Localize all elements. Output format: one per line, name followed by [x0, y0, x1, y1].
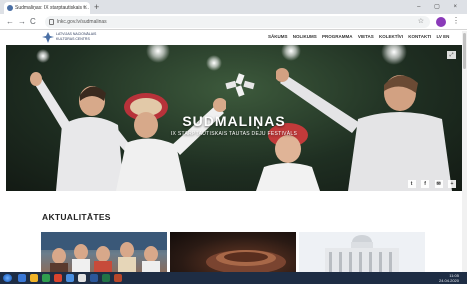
hero-title: SUDMALIŅAS: [182, 113, 286, 129]
hero-banner: SUDMALIŅAS IX STARPTAUTISKAIS TAUTAS DEJ…: [6, 45, 462, 191]
stage-light: [36, 49, 50, 63]
stage-light: [281, 45, 301, 61]
facebook-icon[interactable]: f: [421, 180, 430, 188]
news-section-title: AKTUALITĀTES: [42, 212, 111, 222]
news-card[interactable]: [299, 232, 425, 275]
news-card-image: [299, 232, 425, 275]
news-card[interactable]: [41, 232, 167, 275]
nav-item-kontakti[interactable]: KONTAKTI: [408, 34, 431, 39]
lock-icon: [49, 19, 54, 25]
taskbar-app-icon[interactable]: [54, 274, 62, 282]
page-scrollbar[interactable]: [462, 31, 467, 272]
profile-avatar[interactable]: [436, 17, 446, 27]
language-switcher[interactable]: LV EN: [436, 34, 449, 39]
twitter-icon[interactable]: t: [407, 180, 416, 188]
expand-icon[interactable]: ⤢: [447, 51, 456, 59]
bookmark-star-icon[interactable]: ☆: [418, 16, 424, 28]
email-icon[interactable]: ✉: [434, 180, 443, 188]
hero-subtitle: IX STARPTAUTISKAIS TAUTAS DEJU FESTIVĀLS: [170, 131, 298, 137]
scrollbar-thumb[interactable]: [463, 33, 466, 69]
nav-item-sakums[interactable]: SĀKUMS: [268, 34, 288, 39]
more-share-icon[interactable]: +: [448, 180, 456, 188]
taskbar-excel-icon[interactable]: [102, 274, 110, 282]
stage-light: [206, 55, 222, 71]
tray-date: 24.04.2020: [438, 278, 459, 283]
browser-menu-icon[interactable]: ⋮: [452, 15, 460, 27]
news-card-image: [41, 232, 167, 275]
site-logo-text[interactable]: LATVIJAS NACIONĀLAIS KULTŪRAS CENTRS: [56, 32, 96, 42]
browser-toolbar: ← → C lnkc.gov.lv/sudmalinas ☆ ⋮: [0, 14, 467, 30]
nav-item-nolikums[interactable]: NOLIKUMS: [293, 34, 317, 39]
reload-button[interactable]: C: [30, 16, 36, 28]
site-header: LATVIJAS NACIONĀLAIS KULTŪRAS CENTRS SĀK…: [0, 31, 462, 45]
taskbar-chrome-icon[interactable]: [78, 274, 86, 282]
system-tray-clock[interactable]: 11:05 24.04.2020: [439, 273, 459, 283]
address-text: lnkc.gov.lv/sudmalinas: [57, 19, 107, 25]
news-card-image: [206, 250, 286, 274]
dancer-woman-image: [116, 93, 226, 191]
share-buttons: t f ✉ +: [407, 172, 456, 190]
nav-item-kolektivi[interactable]: KOLEKTĪVI: [379, 34, 403, 39]
site-logo-icon[interactable]: [42, 32, 54, 43]
stage-light: [146, 45, 170, 63]
taskbar-app-icon[interactable]: [18, 274, 26, 282]
taskbar-word-icon[interactable]: [90, 274, 98, 282]
taskbar-app-icon[interactable]: [66, 274, 74, 282]
browser-tab-bar: Sudmaliņas: IX starptautiskais t... × + …: [0, 0, 467, 14]
taskbar-folder-icon[interactable]: [30, 274, 38, 282]
window-controls[interactable]: – ▢ ×: [417, 1, 463, 13]
back-button[interactable]: ←: [6, 16, 14, 28]
start-button-icon[interactable]: [3, 274, 12, 282]
nav-item-programma[interactable]: PROGRAMMA: [322, 34, 353, 39]
tab-title: Sudmaliņas: IX starptautiskais t...: [15, 5, 89, 11]
os-taskbar: 11:05 24.04.2020: [0, 272, 467, 284]
taskbar-powerpoint-icon[interactable]: [114, 274, 122, 282]
browser-tab[interactable]: Sudmaliņas: IX starptautiskais t... ×: [4, 2, 90, 14]
festival-logo-icon: [225, 73, 255, 97]
forward-button[interactable]: →: [18, 16, 26, 28]
nav-item-vietas[interactable]: VIETAS: [358, 34, 374, 39]
logo-text-line2: KULTŪRAS CENTRS: [56, 37, 90, 41]
main-navigation: SĀKUMS NOLIKUMS PROGRAMMA VIETAS KOLEKTĪ…: [268, 34, 453, 39]
favicon-icon: [7, 5, 13, 11]
tab-close-icon[interactable]: ×: [83, 2, 87, 14]
news-card[interactable]: [170, 232, 296, 275]
new-tab-button[interactable]: +: [94, 1, 99, 13]
address-bar[interactable]: lnkc.gov.lv/sudmalinas ☆: [45, 16, 430, 28]
taskbar-app-icon[interactable]: [42, 274, 50, 282]
